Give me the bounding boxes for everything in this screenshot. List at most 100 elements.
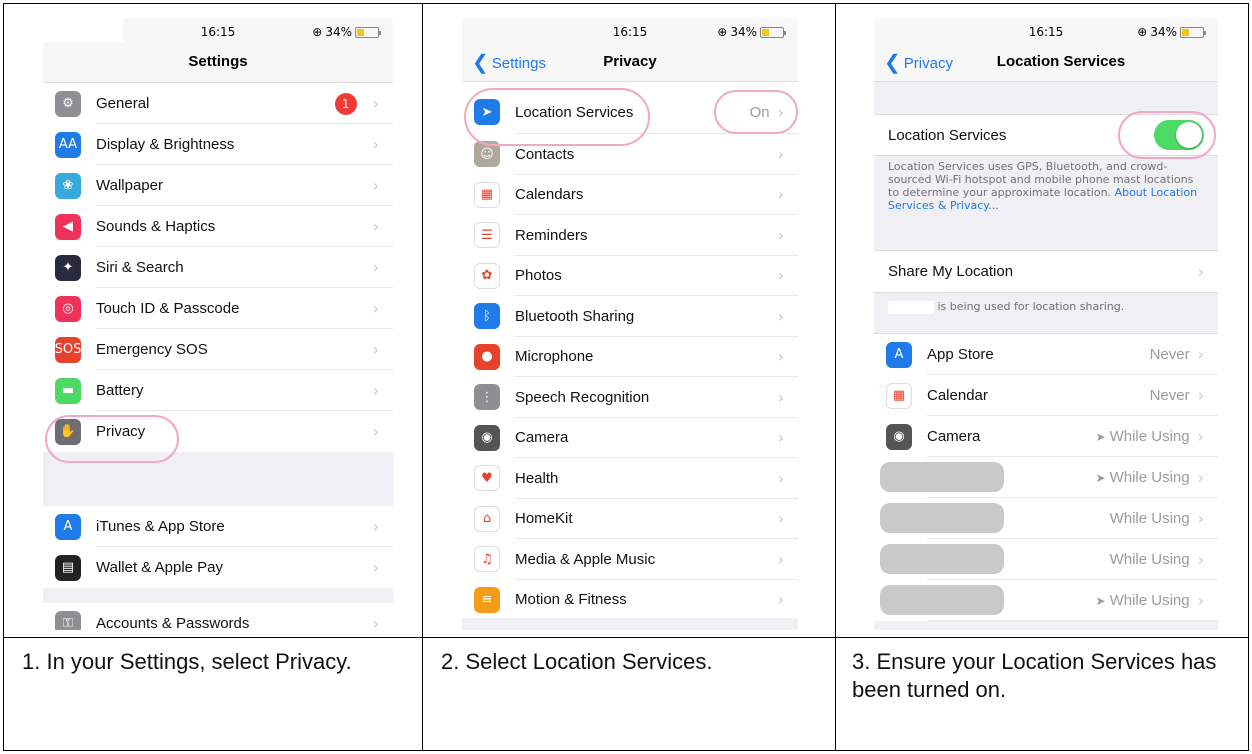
column-divider xyxy=(835,4,836,750)
status-bar: 16:15 ⊕ 34% xyxy=(462,18,798,42)
music-icon: ♫ xyxy=(474,546,500,573)
chevron-right-icon: › xyxy=(777,468,784,488)
app-location-row[interactable]: A App Store Never › xyxy=(874,334,1218,375)
chevron-right-icon: › xyxy=(777,347,784,367)
settings-group-main: ⚙ General 1 › AA Display & Brightness › ❀ Wallpa… xyxy=(43,82,393,452)
row-label: Calendar xyxy=(927,387,988,404)
nav-bar: Settings xyxy=(43,42,393,82)
privacy-row[interactable]: ☰ Reminders › xyxy=(462,215,798,256)
redacted-app xyxy=(880,585,1004,615)
battery-icon xyxy=(760,26,786,38)
nav-bar: ❮ Settings Privacy xyxy=(462,42,798,82)
app-store-icon: A xyxy=(55,513,81,540)
camera-icon: ◉ xyxy=(886,423,912,450)
chevron-right-icon: › xyxy=(777,387,784,407)
chevron-right-icon: › xyxy=(1197,509,1204,528)
heart-icon: ♥ xyxy=(474,465,500,492)
privacy-row[interactable]: ▦ Calendars › xyxy=(462,175,798,215)
settings-row[interactable]: ◎ Touch ID & Passcode › xyxy=(43,288,393,329)
chevron-right-icon: › xyxy=(777,428,784,448)
status-bar: 16:15 ⊕ 34% xyxy=(874,18,1218,42)
chevron-right-icon: › xyxy=(372,558,379,577)
row-value: While Using xyxy=(1109,469,1190,486)
share-location-group: Share My Location › xyxy=(874,250,1218,293)
location-status-icon: ⊕ xyxy=(312,25,323,39)
bluetooth-icon: ᛒ xyxy=(474,303,500,330)
settings-row[interactable]: AiTunes & App Store › xyxy=(43,506,393,547)
row-label: Media & Apple Music xyxy=(515,550,656,568)
siri-icon: ✦ xyxy=(55,254,81,281)
settings-row[interactable]: ▬ Battery › xyxy=(43,370,393,411)
chevron-right-icon: › xyxy=(372,217,379,236)
app-location-row[interactable]: While Using › xyxy=(874,539,1218,580)
chevron-right-icon: › xyxy=(1197,386,1204,405)
calendar-icon: ▦ xyxy=(886,382,912,409)
battery-icon: ▬ xyxy=(55,377,81,404)
chevron-right-icon: › xyxy=(1197,468,1204,487)
app-location-row[interactable]: ➤ While Using › xyxy=(874,580,1218,621)
row-label: Display & Brightness xyxy=(96,136,235,153)
app-location-row[interactable]: ➤ While Using › xyxy=(874,457,1218,498)
highlight-ring-privacy xyxy=(45,415,179,463)
row-label: Reminders xyxy=(515,226,588,244)
row-label: Speech Recognition xyxy=(515,388,650,406)
page-title: Privacy xyxy=(603,53,657,70)
chevron-right-icon: › xyxy=(372,340,379,359)
row-label: Siri & Search xyxy=(96,259,184,276)
app-location-row[interactable]: ▦ Calendar Never › xyxy=(874,375,1218,416)
app-location-row[interactable]: ◉ Camera ➤ While Using › xyxy=(874,416,1218,457)
row-value: Never xyxy=(1149,346,1190,363)
privacy-row[interactable]: ◉ Camera › xyxy=(462,418,798,458)
settings-row[interactable]: ❀ Wallpaper › xyxy=(43,165,393,206)
chevron-right-icon: › xyxy=(777,225,784,245)
wallet-icon: ▤ xyxy=(55,554,81,581)
privacy-row[interactable]: ⋮ Speech Recognition › xyxy=(462,377,798,418)
step-1-caption: 1. In your Settings, select Privacy. xyxy=(22,649,352,674)
row-label: Emergency SOS xyxy=(96,341,208,358)
calendar-icon: ▦ xyxy=(474,181,500,208)
app-location-row[interactable]: While Using › xyxy=(874,498,1218,539)
settings-row[interactable]: ⚙ General 1 › xyxy=(43,83,393,124)
row-label: Motion & Fitness xyxy=(515,591,627,609)
settings-row[interactable]: ◀ Sounds & Haptics › xyxy=(43,206,393,247)
settings-row[interactable]: ✦ Siri & Search › xyxy=(43,247,393,288)
location-arrow-icon: ➤ xyxy=(1095,593,1106,608)
privacy-row[interactable]: ♫ Media & Apple Music › xyxy=(462,539,798,580)
chevron-right-icon: › xyxy=(372,614,379,630)
row-label: Battery xyxy=(96,382,144,399)
row-value: While Using xyxy=(1109,428,1190,445)
settings-row[interactable]: ⚿ Accounts & Passwords › xyxy=(43,603,393,630)
row-label: Camera xyxy=(515,429,569,447)
location-status-icon: ⊕ xyxy=(1137,25,1148,39)
settings-row[interactable]: SOS Emergency SOS › xyxy=(43,329,393,370)
chevron-right-icon: › xyxy=(372,299,379,318)
privacy-row[interactable]: ✿ Photos › xyxy=(462,256,798,296)
chevron-right-icon: › xyxy=(1197,550,1204,569)
battery-status: ⊕ 34% xyxy=(312,25,381,39)
privacy-row[interactable]: ≡ Motion & Fitness › xyxy=(462,580,798,620)
chevron-left-icon: ❮ xyxy=(472,52,489,74)
row-label: Sounds & Haptics xyxy=(96,218,216,235)
row-label: Contacts xyxy=(515,145,575,163)
home-icon: ⌂ xyxy=(474,505,500,532)
battery-percent: 34% xyxy=(730,25,757,39)
notification-badge: 1 xyxy=(334,92,357,115)
privacy-row[interactable]: ● Microphone › xyxy=(462,337,798,377)
privacy-row[interactable]: ♥ Health › xyxy=(462,458,798,499)
privacy-row[interactable]: ⌂ HomeKit › xyxy=(462,499,798,539)
share-my-location-row[interactable]: Share My Location › xyxy=(874,251,1218,292)
row-label: Calendars xyxy=(515,186,584,204)
privacy-row[interactable]: ᛒ Bluetooth Sharing › xyxy=(462,296,798,337)
page-title: Location Services xyxy=(996,53,1126,70)
back-button[interactable]: ❮ Privacy xyxy=(884,42,953,84)
row-label: Bluetooth Sharing xyxy=(515,307,635,325)
key-icon: ⚿ xyxy=(55,610,81,630)
row-label: Wallet & Apple Pay xyxy=(96,559,224,576)
settings-row[interactable]: AA Display & Brightness › xyxy=(43,124,393,165)
wallpaper-icon: ❀ xyxy=(55,172,81,199)
back-button[interactable]: ❮ Settings xyxy=(472,42,546,84)
share-note: is being used for location sharing. xyxy=(874,300,1218,314)
settings-row[interactable]: ▤ Wallet & Apple Pay › xyxy=(43,547,393,588)
location-arrow-icon: ➤ xyxy=(1095,470,1106,485)
battery-percent: 34% xyxy=(325,25,352,39)
